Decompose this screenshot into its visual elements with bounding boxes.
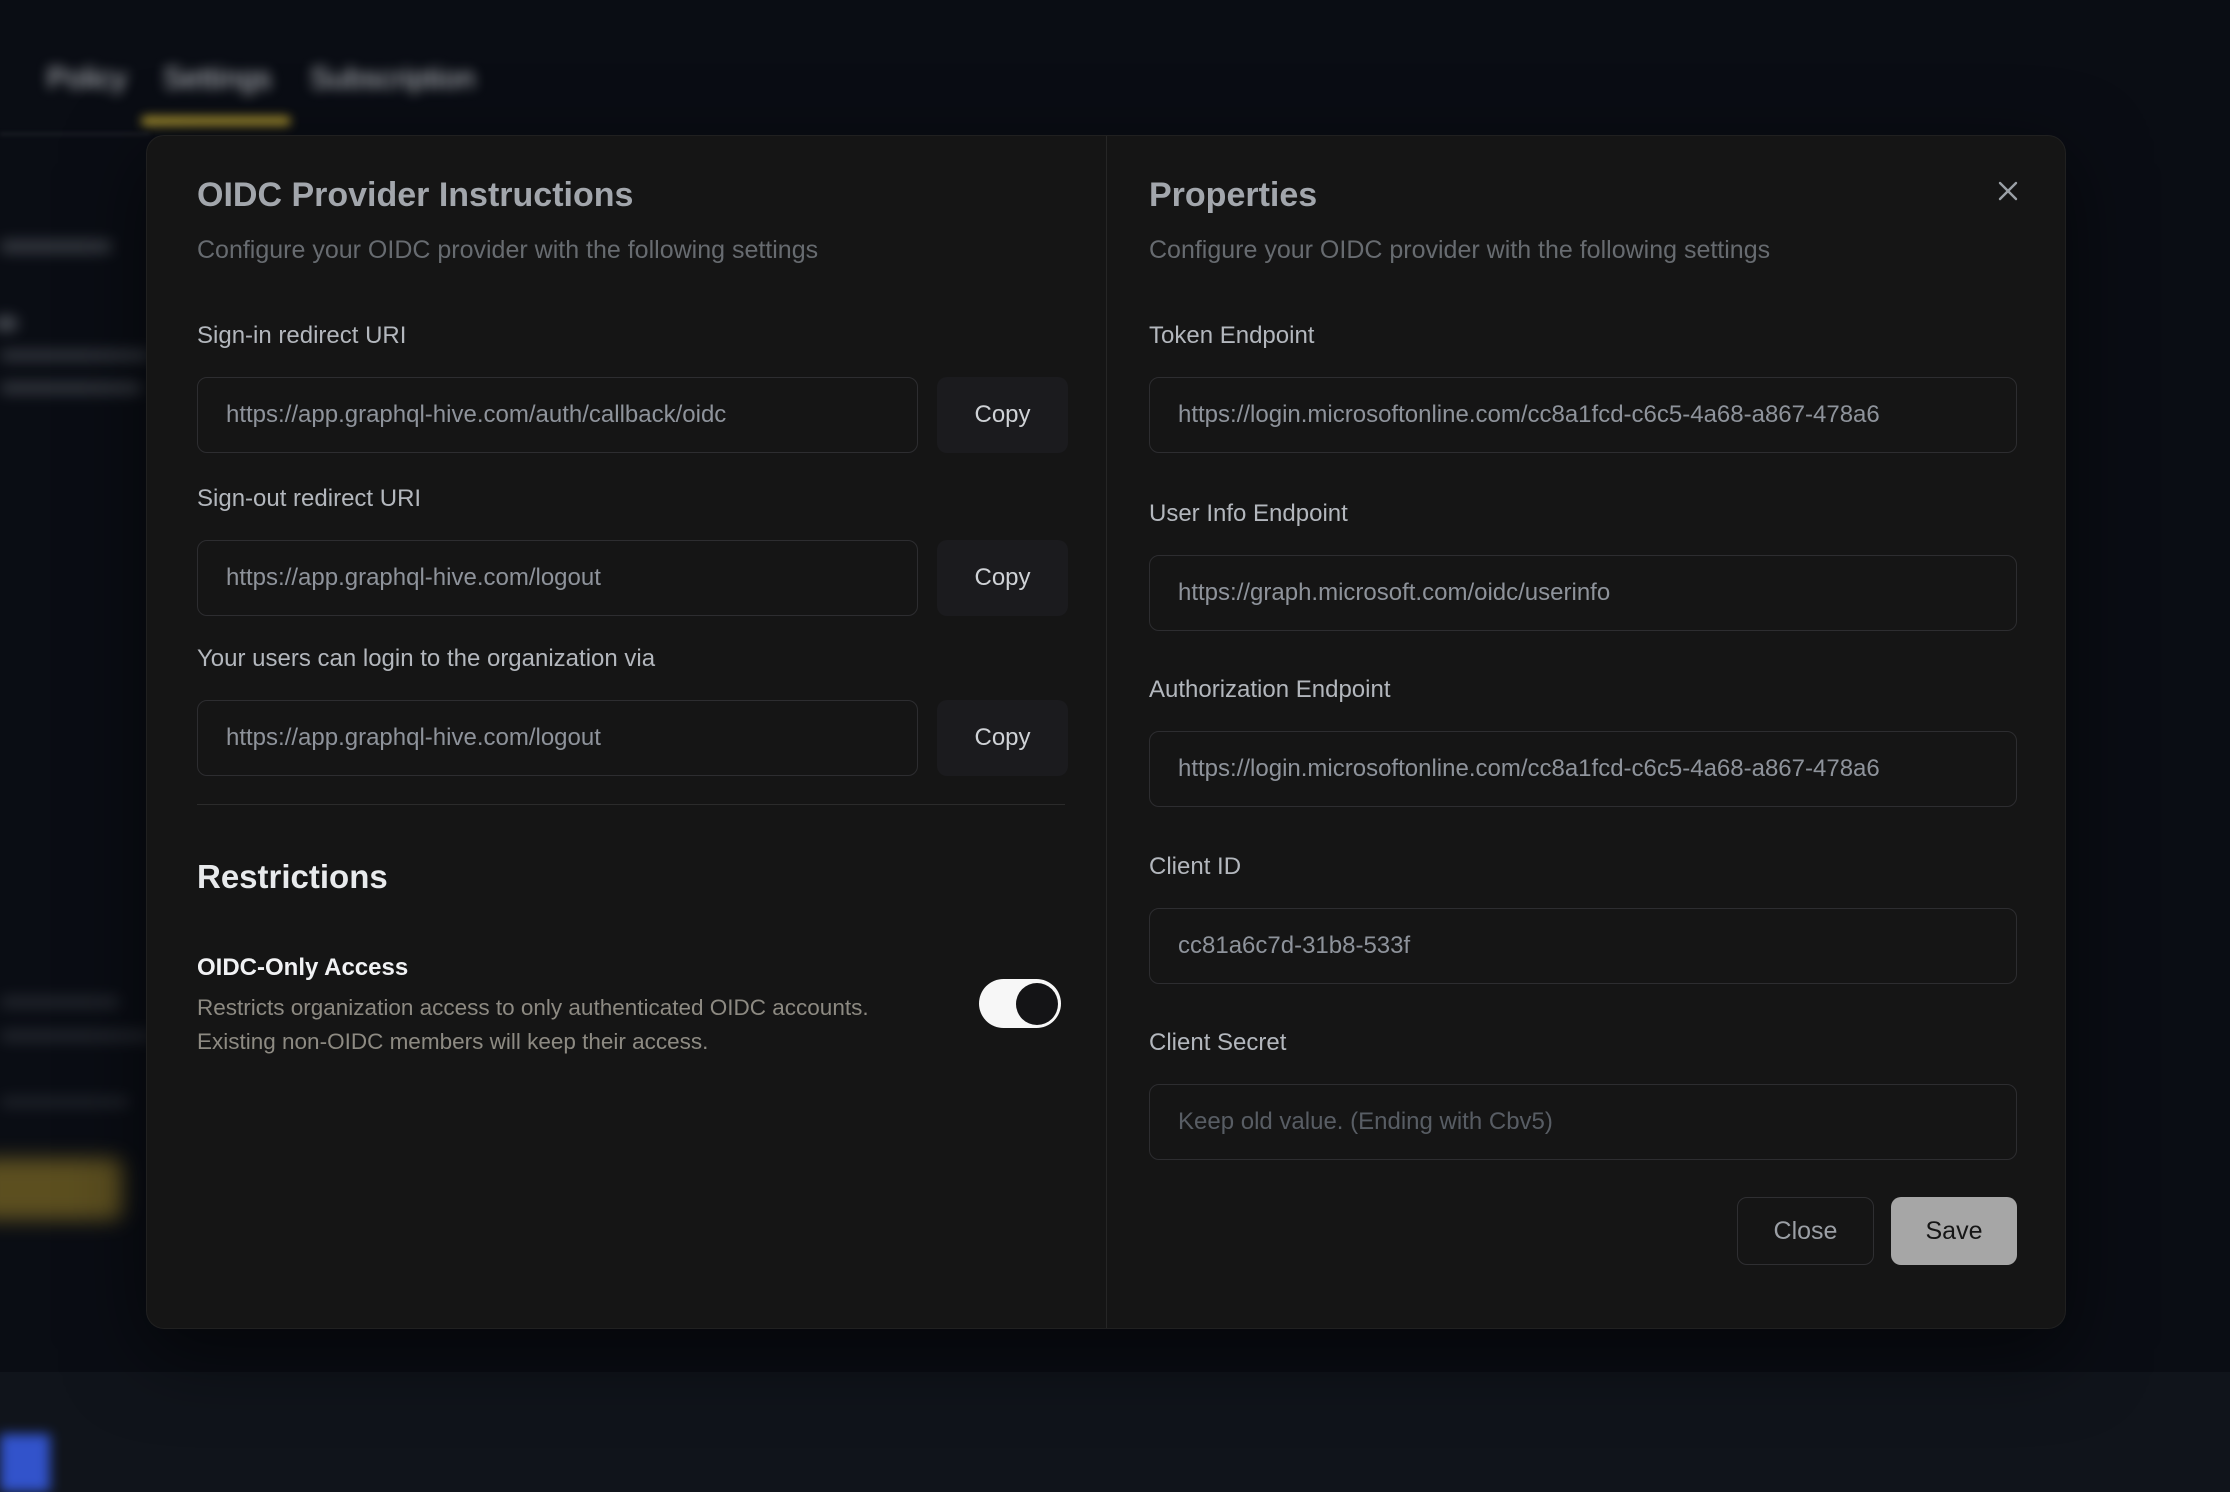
oidc-settings-modal: OIDC Provider Instructions Configure you… <box>146 135 2066 1329</box>
blurred-background-bullet <box>0 316 18 331</box>
signin-redirect-field-group: Sign-in redirect URI Copy <box>197 322 1068 350</box>
client-secret-field-group: Client Secret <box>1149 1029 2017 1057</box>
blurred-background-text <box>0 996 120 1008</box>
login-url-label: Your users can login to the organization… <box>197 645 1068 673</box>
signout-redirect-label: Sign-out redirect URI <box>197 485 1068 513</box>
section-subtitle: Configure your OIDC provider with the fo… <box>1149 236 1770 265</box>
signout-redirect-field-group: Sign-out redirect URI Copy <box>197 485 1068 513</box>
authorization-endpoint-input[interactable] <box>1149 731 2017 807</box>
token-endpoint-input[interactable] <box>1149 377 2017 453</box>
blurred-background-text <box>0 1030 152 1042</box>
background-footer-band <box>0 1372 2230 1492</box>
oidc-only-access-description: Restricts organization access to only au… <box>197 991 869 1059</box>
blurred-background-text <box>0 350 150 361</box>
close-button[interactable]: Close <box>1737 1197 1874 1265</box>
section-divider <box>197 804 1065 805</box>
copy-button[interactable]: Copy <box>937 540 1068 616</box>
restrictions-title: Restrictions <box>197 858 388 896</box>
blurred-background-text <box>0 240 112 253</box>
client-id-field-group: Client ID <box>1149 853 2017 881</box>
signout-redirect-input[interactable] <box>197 540 918 616</box>
client-id-input[interactable] <box>1149 908 2017 984</box>
oidc-instructions-section: OIDC Provider Instructions Configure you… <box>197 136 1068 1328</box>
oidc-only-access-label: OIDC-Only Access <box>197 954 408 982</box>
login-url-input[interactable] <box>197 700 918 776</box>
description-line: Existing non-OIDC members will keep thei… <box>197 1029 708 1054</box>
userinfo-endpoint-field-group: User Info Endpoint <box>1149 500 2017 528</box>
toggle-knob <box>1016 983 1058 1025</box>
description-line: Restricts organization access to only au… <box>197 995 869 1020</box>
section-subtitle: Configure your OIDC provider with the fo… <box>197 236 818 265</box>
blurred-background-button <box>0 1158 123 1220</box>
modal-footer: Close Save <box>1737 1197 2017 1265</box>
copy-button[interactable]: Copy <box>937 700 1068 776</box>
authorization-endpoint-label: Authorization Endpoint <box>1149 676 2017 704</box>
blurred-background-link <box>0 1434 50 1492</box>
userinfo-endpoint-label: User Info Endpoint <box>1149 500 2017 528</box>
client-id-label: Client ID <box>1149 853 2017 881</box>
save-button[interactable]: Save <box>1891 1197 2017 1265</box>
background-divider <box>0 133 150 135</box>
oidc-only-access-toggle[interactable] <box>979 979 1061 1028</box>
copy-button[interactable]: Copy <box>937 377 1068 453</box>
tab-policy[interactable]: Policy <box>47 62 127 96</box>
authorization-endpoint-field-group: Authorization Endpoint <box>1149 676 2017 704</box>
column-divider <box>1106 136 1107 1328</box>
client-secret-input[interactable] <box>1149 1084 2017 1160</box>
blurred-background-text <box>0 382 142 394</box>
blurred-background-text <box>0 1096 130 1108</box>
client-secret-label: Client Secret <box>1149 1029 2017 1057</box>
signin-redirect-input[interactable] <box>197 377 918 453</box>
signin-redirect-label: Sign-in redirect URI <box>197 322 1068 350</box>
section-title: Properties <box>1149 176 1317 215</box>
userinfo-endpoint-input[interactable] <box>1149 555 2017 631</box>
tab-settings[interactable]: Settings <box>163 62 271 96</box>
token-endpoint-field-group: Token Endpoint <box>1149 322 2017 350</box>
active-tab-indicator <box>141 116 291 126</box>
token-endpoint-label: Token Endpoint <box>1149 322 2017 350</box>
section-title: OIDC Provider Instructions <box>197 176 633 215</box>
tab-subscription[interactable]: Subscription <box>310 62 475 96</box>
login-url-field-group: Your users can login to the organization… <box>197 645 1068 673</box>
properties-section: Properties Configure your OIDC provider … <box>1149 136 2017 1328</box>
